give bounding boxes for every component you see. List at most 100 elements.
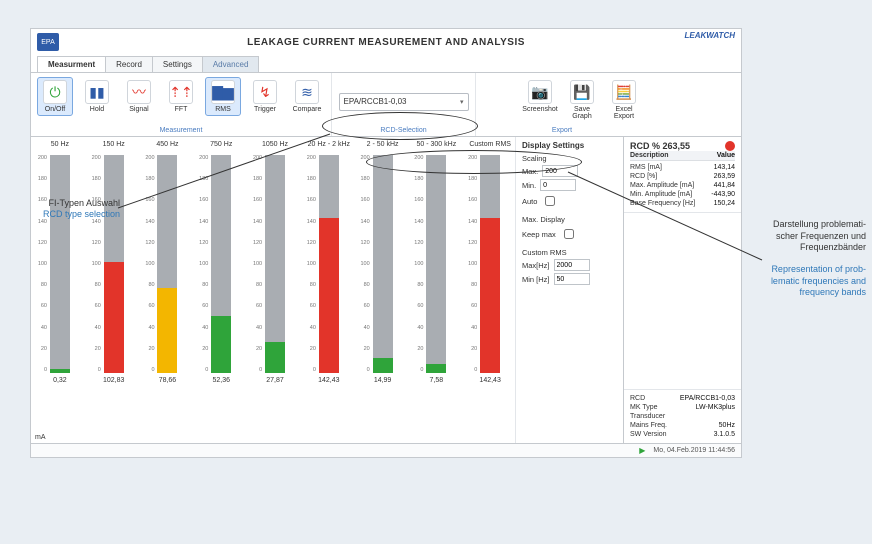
customrms-label: Custom RMS [522,248,617,257]
hold-icon: ▮▮ [85,80,109,104]
vendor-logo: EPA [37,33,59,51]
bar [480,155,500,373]
bar-header: 1050 Hz [262,141,288,153]
bar-fill [319,218,339,373]
trigger-label: Trigger [254,106,276,113]
y-axis-ticks: 200180160140120100806040200 [250,155,262,373]
fft-icon: ⇡⇡ [169,80,193,104]
y-axis-ticks: 200180160140120100806040200 [465,155,477,373]
bar-column: 2 - 50 kHz20018016014012010080604020014,… [358,141,408,441]
rcd-type-dropdown[interactable]: EPA/RCCB1-0,03 ▾ [339,93,469,111]
tab-measurment[interactable]: Measurment [37,56,106,72]
maxhz-input[interactable] [554,259,590,271]
display-settings-title: Display Settings [522,141,617,150]
bar-header: 50 - 300 kHz [417,141,457,153]
screenshot-label: Screenshot [522,106,557,113]
ribbon-group-label: Export [482,127,642,134]
y-axis-ticks: 200180160140120100806040200 [35,155,47,373]
bar-fill [50,369,70,373]
auto-label: Auto [522,197,537,206]
maxhz-label: Max[Hz] [522,261,550,270]
bar-column: Custom RMS200180160140120100806040200142… [465,141,515,441]
ribbon-group-rcd: EPA/RCCB1-0,03 ▾ RCD-Selection [332,73,476,136]
display-settings-panel: Display Settings Scaling Max. Min. Auto … [515,137,623,443]
chevron-down-icon: ▾ [460,98,464,106]
savegraph-icon: 💾 [570,80,594,104]
tab-advanced[interactable]: Advanced [202,56,260,72]
footer-row: SW Version3.1.0.5 [630,430,735,439]
ribbon-group-measurement: ⏻ On/Off ▮▮ Hold 〰Signal⇡⇡FFT ▇▆ RMS ↯ Trigger ≋C… [31,73,332,136]
rms-label: RMS [215,106,231,113]
table-row: Base Frequency [Hz]150,24 [630,199,735,208]
max-input[interactable] [542,165,578,177]
bar-value: 52,36 [212,377,230,384]
savegraph-button[interactable]: 💾 Save Graph [564,77,600,123]
tab-strip: MeasurmentRecordSettingsAdvanced [31,55,741,73]
compare-button[interactable]: ≋Compare [289,77,325,116]
compare-label: Compare [293,106,322,113]
status-bar: ▶ Mo, 04.Feb.2019 11:44:56 [31,443,741,457]
hold-button[interactable]: ▮▮ Hold [79,77,115,116]
keepmax-checkbox[interactable] [564,229,574,239]
table-row: Max. Amplitude [mA]441,84 [630,181,735,190]
bar-chart-area: mA 50 Hz2001801601401201008060402000,321… [31,137,515,443]
footer-row: Mains Freq.50Hz [630,421,735,430]
y-axis-ticks: 200180160140120100806040200 [89,155,101,373]
onoff-button[interactable]: ⏻ On/Off [37,77,73,116]
bar [319,155,339,373]
tab-record[interactable]: Record [105,56,153,72]
minhz-input[interactable] [554,273,590,285]
bar-header: 150 Hz [103,141,125,153]
bar [426,155,446,373]
keepmax-label: Keep max [522,230,556,239]
bar-column: 450 Hz20018016014012010080604020078,66 [143,141,193,441]
bar-header: 20 Hz - 2 kHz [308,141,350,153]
excelexport-label: Excel Export [609,106,639,120]
y-axis-ticks: 200180160140120100806040200 [358,155,370,373]
onoff-icon: ⏻ [43,80,67,104]
onoff-label: On/Off [45,106,66,113]
footer-row: RCDEPA/RCCB1-0,03 [630,394,735,403]
ribbon-group-label: RCD-Selection [380,127,426,134]
ribbon-group-label: Measurement [37,127,325,134]
bar-value: 27,87 [266,377,284,384]
bar-value: 0,32 [53,377,67,384]
ribbon-group-export: 📷Screenshot 💾 Save Graph 🧮Excel Export Expo… [476,73,648,136]
signal-button[interactable]: 〰Signal [121,77,157,116]
fft-button[interactable]: ⇡⇡FFT [163,77,199,116]
hold-label: Hold [90,106,104,113]
bar [373,155,393,373]
main-area: mA 50 Hz2001801601401201008060402000,321… [31,137,741,443]
trigger-icon: ↯ [253,80,277,104]
savegraph-label: Save Graph [567,106,597,120]
rms-icon: ▇▆ [211,80,235,104]
scaling-label: Scaling [522,154,617,163]
rcd-type-value: EPA/RCCB1-0,03 [344,97,407,106]
bar-column: 150 Hz200180160140120100806040200102,83 [89,141,139,441]
y-axis-ticks: 200180160140120100806040200 [411,155,423,373]
bar-fill [265,342,285,373]
rcd-results-panel: RCD % 263,55 Description Value RMS [mA]1… [623,137,741,443]
minhz-label: Min [Hz] [522,275,550,284]
bar-header: 2 - 50 kHz [367,141,399,153]
bar-fill [426,364,446,373]
screenshot-button[interactable]: 📷Screenshot [522,77,558,116]
table-row: RMS [mA]143,14 [630,163,735,172]
trigger-button[interactable]: ↯ Trigger [247,77,283,116]
bar-column: 50 - 300 kHz2001801601401201008060402007… [411,141,461,441]
app-window: EPA LEAKAGE CURRENT MEASUREMENT AND ANAL… [30,28,742,458]
tab-settings[interactable]: Settings [152,56,203,72]
auto-checkbox[interactable] [545,196,555,206]
footer-row: Transducer [630,412,735,421]
status-dot-icon [725,141,735,151]
rms-button[interactable]: ▇▆ RMS [205,77,241,116]
y-axis-ticks: 200180160140120100806040200 [196,155,208,373]
bar-fill [480,218,500,373]
excelexport-button[interactable]: 🧮Excel Export [606,77,642,123]
bar-column: 1050 Hz200180160140120100806040200 27,87 [250,141,300,441]
bar-fill [157,288,177,373]
y-axis-ticks: 200180160140120100806040200 [143,155,155,373]
table-row: Min. Amplitude [mA]-443,90 [630,190,735,199]
min-input[interactable] [540,179,576,191]
maxdisplay-label: Max. Display [522,215,617,224]
